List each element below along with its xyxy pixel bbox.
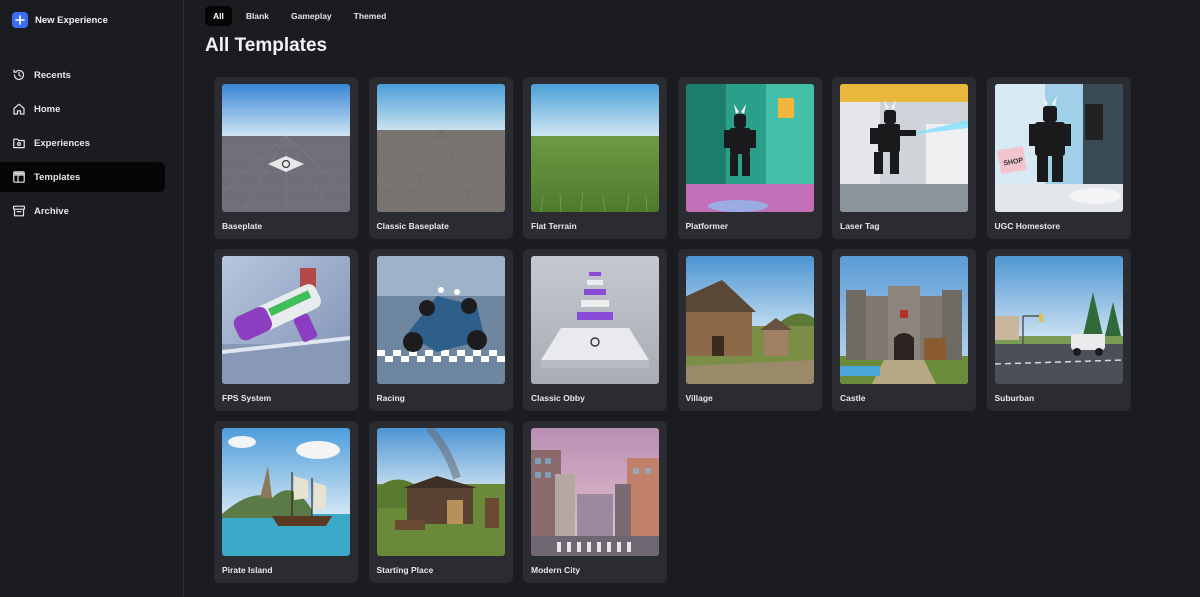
template-card[interactable]: Baseplate	[214, 77, 358, 239]
sidebar-item-label: Home	[34, 103, 61, 115]
template-thumbnail	[376, 84, 505, 212]
template-thumbnail	[840, 256, 968, 384]
template-name: Baseplate	[222, 221, 263, 231]
template-name: FPS System	[222, 393, 272, 403]
template-name: Flat Terrain	[531, 221, 577, 231]
template-name: Village	[685, 393, 713, 403]
sidebar-item-templates[interactable]: Templates	[0, 162, 165, 192]
template-name: Classic Baseplate	[376, 221, 449, 231]
template-thumbnail	[531, 256, 659, 384]
template-card[interactable]: Pirate Island	[214, 421, 358, 583]
template-thumbnail: SHOP	[994, 84, 1123, 212]
template-card[interactable]: Village	[677, 249, 822, 411]
home-icon	[12, 102, 26, 116]
archive-icon	[12, 204, 26, 218]
filter-chip-gameplay[interactable]: Gameplay	[283, 6, 340, 26]
sidebar-item-archive[interactable]: Archive	[0, 196, 165, 226]
template-thumbnail	[531, 84, 659, 212]
page-title: All Templates	[205, 35, 328, 56]
templates-grid: Baseplate Classic Baseplate Flat Terrain…	[214, 77, 1200, 583]
template-name: Racing	[376, 393, 405, 403]
template-name: Classic Obby	[531, 393, 585, 403]
template-thumbnail	[376, 428, 505, 556]
template-thumbnail	[685, 256, 814, 384]
template-thumbnail	[376, 256, 505, 384]
template-thumbnail	[222, 428, 350, 556]
filter-chips: All Blank Gameplay Themed	[205, 6, 1200, 26]
sidebar-item-experiences[interactable]: Experiences	[0, 128, 165, 158]
template-card[interactable]: Suburban	[986, 249, 1131, 411]
main-content: All Blank Gameplay Themed All Templates …	[184, 0, 1200, 597]
template-card[interactable]: Racing	[368, 249, 513, 411]
template-thumbnail	[685, 84, 814, 212]
template-card[interactable]: Classic Obby	[523, 249, 667, 411]
sidebar-item-label: Experiences	[34, 137, 90, 149]
template-thumbnail	[222, 256, 350, 384]
template-card[interactable]: Starting Place	[368, 421, 513, 583]
filter-chip-themed[interactable]: Themed	[346, 6, 395, 26]
template-card[interactable]: Castle	[832, 249, 976, 411]
template-card[interactable]: Flat Terrain	[523, 77, 667, 239]
sidebar-item-recents[interactable]: Recents	[0, 60, 165, 90]
template-thumbnail	[840, 84, 968, 212]
template-card[interactable]: Classic Baseplate	[368, 77, 513, 239]
history-icon	[12, 68, 26, 82]
app-window: New Experience Recents Home Experiences	[0, 0, 1200, 597]
plus-icon	[12, 12, 28, 28]
folder-icon	[12, 136, 26, 150]
template-icon	[12, 170, 26, 184]
new-experience-button[interactable]: New Experience	[0, 8, 183, 32]
template-name: Platformer	[685, 221, 729, 231]
template-name: Modern City	[531, 565, 581, 575]
template-name: Suburban	[994, 393, 1035, 403]
filter-chip-blank[interactable]: Blank	[238, 6, 277, 26]
sidebar-nav: Recents Home Experiences Templates Archi…	[0, 60, 183, 226]
template-name: Starting Place	[376, 565, 434, 575]
sidebar-item-label: Templates	[34, 171, 81, 183]
sidebar-item-label: Recents	[34, 69, 71, 81]
sidebar-item-label: Archive	[34, 205, 69, 217]
template-name: Pirate Island	[222, 565, 273, 575]
template-name: UGC Homestore	[994, 221, 1061, 231]
new-experience-label: New Experience	[35, 14, 108, 26]
filter-chip-all[interactable]: All	[205, 6, 232, 26]
template-card[interactable]: Laser Tag	[832, 77, 976, 239]
template-thumbnail	[222, 84, 350, 212]
sidebar: New Experience Recents Home Experiences	[0, 0, 184, 597]
template-card[interactable]: Platformer	[677, 77, 822, 239]
template-name: Castle	[840, 393, 866, 403]
template-card[interactable]: FPS System	[214, 249, 358, 411]
template-thumbnail	[531, 428, 659, 556]
template-thumbnail	[994, 256, 1123, 384]
template-card[interactable]: SHOP UGC Homestore	[986, 77, 1131, 239]
template-card[interactable]: Modern City	[523, 421, 667, 583]
template-name: Laser Tag	[840, 221, 880, 231]
sidebar-item-home[interactable]: Home	[0, 94, 165, 124]
